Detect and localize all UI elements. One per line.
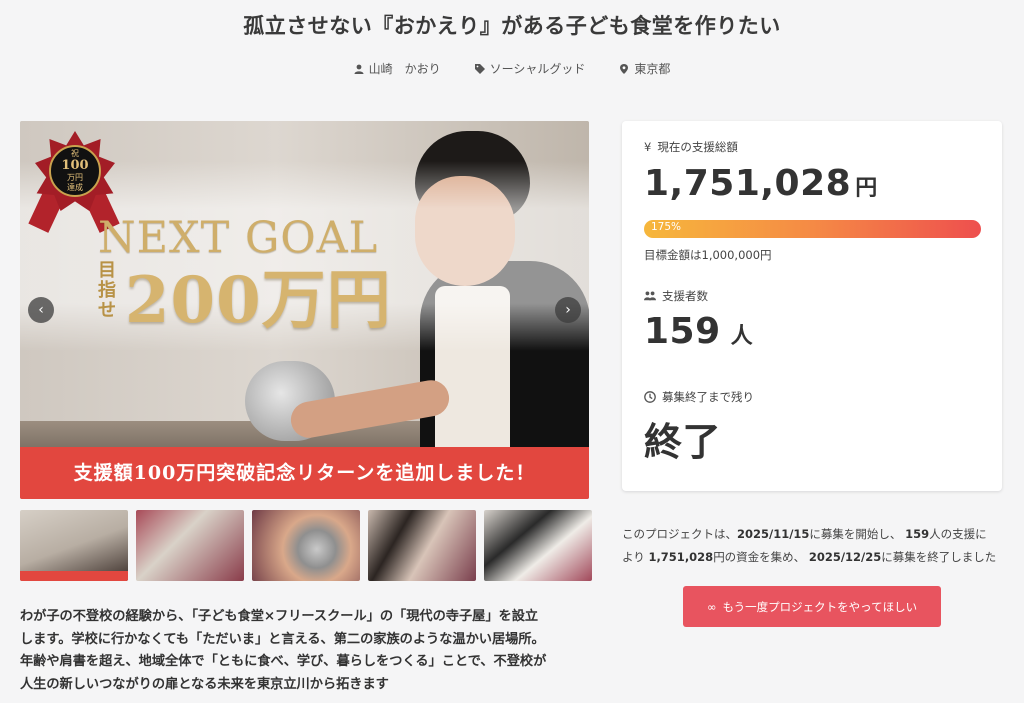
summary-text: より <box>622 550 645 564</box>
description-line: わが子の不登校の経験から、「子ども食堂×フリースクール」の「現代の寺子屋」を設立 <box>20 609 539 624</box>
supporter-count: 159 <box>905 527 930 541</box>
yen-icon: ¥ <box>644 140 652 154</box>
start-date: 2025/11/15 <box>737 527 810 541</box>
supporters-count: 159 人 <box>644 311 753 352</box>
announcement-strip: 支援額100万円突破記念リターンを追加しました！ <box>20 447 589 499</box>
remaining-value: 終了 <box>644 420 722 464</box>
thumbnail-4[interactable] <box>368 510 476 581</box>
chevron-left-icon: ‹ <box>38 302 44 318</box>
category-name: ソーシャルグッド <box>489 62 586 76</box>
project-description: わが子の不登校の経験から、「子ども食堂×フリースクール」の「現代の寺子屋」を設立… <box>20 606 590 696</box>
supporters-unit: 人 <box>730 324 754 349</box>
summary-text: に募集を終了しました <box>881 550 997 564</box>
supporters-count-value: 159 <box>644 311 721 352</box>
carousel-prev-button[interactable]: ‹ <box>28 297 54 323</box>
end-date: 2025/12/25 <box>808 550 882 564</box>
thumbnail-3[interactable] <box>252 510 360 581</box>
total-label: ¥ 現在の支援総額 <box>644 139 738 155</box>
thumbnail-2[interactable] <box>136 510 244 581</box>
location-name: 東京都 <box>634 62 671 76</box>
carousel-next-button[interactable]: › <box>555 297 581 323</box>
total-label-text: 現在の支援総額 <box>657 140 738 154</box>
description-line: 人生の新しいつながりの扉となる未来を東京立川から拓きます <box>20 676 389 692</box>
page-title: 孤立させない『おかえり』がある子ども食堂を作りたい <box>243 14 781 38</box>
summary-text: に募集を開始し、 <box>809 527 902 541</box>
map-pin-icon <box>620 63 629 74</box>
summary-text: 円の資金を集め、 <box>713 550 806 564</box>
thumbnail-1[interactable] <box>20 510 128 581</box>
owner-name: 山崎 かおり <box>368 62 441 76</box>
mezase-text: 目指せ <box>98 260 116 321</box>
location-link[interactable]: 東京都 <box>619 60 670 77</box>
badge-bottom-text: 達成 <box>67 183 83 192</box>
raised-amount: 1,751,028 <box>648 550 714 564</box>
tag-icon <box>474 63 485 74</box>
request-again-button[interactable]: ∞ もう一度プロジェクトをやってほしい <box>683 586 941 627</box>
supporters-label-text: 支援者数 <box>662 289 708 303</box>
summary-text: このプロジェクトは、 <box>622 527 737 541</box>
thumbnail-strip <box>20 510 592 581</box>
main-image-carousel[interactable]: 祝 100 万円 達成 NEXT GOAL 目指せ 200万円 ‹ › 支援額1… <box>20 121 589 499</box>
description-line: します。学校に行かなくても「ただいま」と言える、第二の家族のような温かい居場所。 <box>20 631 545 647</box>
badge-circle: 祝 100 万円 達成 <box>49 145 101 197</box>
total-amount-unit: 円 <box>855 176 878 201</box>
badge-amount: 100 <box>61 158 89 173</box>
goal-amount-text: 200万円 <box>125 263 392 338</box>
remaining-label: 募集終了まで残り <box>644 389 754 405</box>
funding-stats-card: ¥ 現在の支援総額 1,751,028 円 175% 目標金額は1,000,000… <box>622 121 1002 491</box>
project-summary: このプロジェクトは、2025/11/15に募集を開始し、 159人の支援に より… <box>622 523 1007 569</box>
infinity-icon: ∞ <box>706 599 717 614</box>
description-line: 年齢や肩書を超え、地域全体で「ともに食べ、学び、暮らしをつくる」ことで、不登校が <box>20 654 547 669</box>
user-icon <box>354 64 364 74</box>
clock-icon <box>644 391 656 403</box>
total-amount: 1,751,028 円 <box>644 163 878 204</box>
owner-link[interactable]: 山崎 かおり <box>354 60 441 77</box>
supporters-label: 支援者数 <box>644 288 708 304</box>
chevron-right-icon: › <box>565 302 571 318</box>
thumbnail-5[interactable] <box>484 510 592 581</box>
goal-amount-note: 目標金額は1,000,000円 <box>644 248 772 262</box>
project-meta: 山崎 かおり ソーシャルグッド 東京都 <box>0 60 1024 77</box>
summary-line-2: より 1,751,028円の資金を集め、 2025/12/25に募集を終了しまし… <box>622 546 1007 569</box>
summary-line-1: このプロジェクトは、2025/11/15に募集を開始し、 159人の支援に <box>622 523 1007 546</box>
summary-text: 人の支援に <box>929 527 987 541</box>
category-link[interactable]: ソーシャルグッド <box>474 60 586 77</box>
progress-percent: 175% <box>651 221 682 233</box>
users-icon <box>644 291 656 301</box>
remaining-label-text: 募集終了まで残り <box>662 390 754 404</box>
badge-unit: 万円 <box>67 173 83 182</box>
total-amount-value: 1,751,028 <box>644 163 852 204</box>
request-again-label: もう一度プロジェクトをやってほしい <box>722 599 918 614</box>
progress-bar: 175% <box>644 220 981 238</box>
